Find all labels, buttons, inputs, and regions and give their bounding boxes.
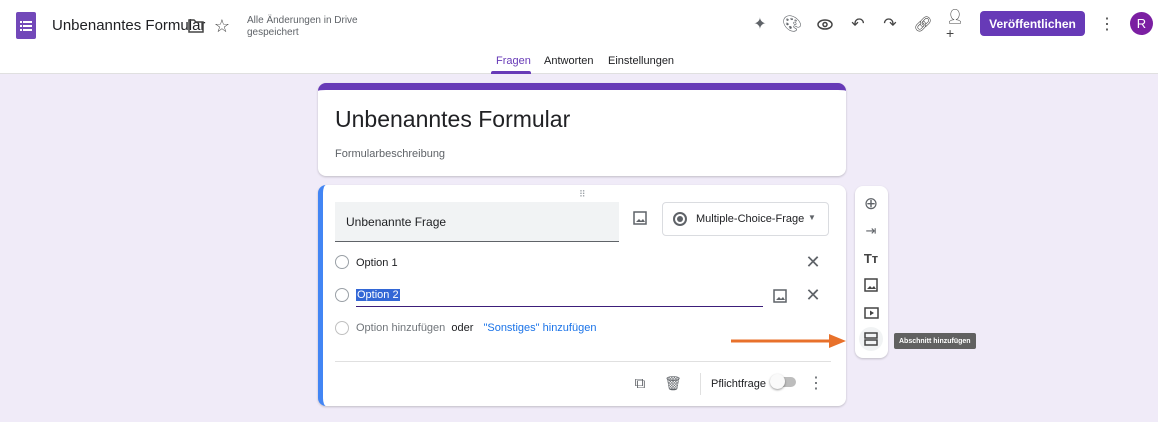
form-title-header[interactable]: Unbenanntes Formular — [52, 17, 205, 34]
side-toolbar: ⊕ ⇥ Tт — [855, 186, 888, 358]
preview-eye-icon[interactable] — [815, 14, 835, 34]
addon-puzzle-icon[interactable]: ✦ — [750, 14, 770, 34]
active-tab-indicator — [491, 71, 531, 74]
radio-type-icon — [673, 212, 687, 226]
option-image-icon[interactable] — [771, 287, 789, 305]
more-options-icon[interactable]: ⋮ — [808, 374, 824, 392]
app-header: Unbenanntes Formular ☆ Alle Änderungen i… — [0, 0, 1158, 74]
delete-icon[interactable]: 🗑︎ — [664, 374, 682, 392]
required-toggle[interactable] — [770, 374, 796, 389]
remove-option-2-icon[interactable]: ✕ — [805, 285, 821, 305]
add-video-icon[interactable] — [862, 304, 880, 322]
or-text: oder — [451, 322, 474, 334]
save-status-line1: Alle Änderungen in Drive — [247, 15, 358, 26]
tab-einstellungen[interactable]: Einstellungen — [608, 55, 674, 67]
star-icon[interactable]: ☆ — [212, 16, 232, 36]
link-icon[interactable]: 🔗︎ — [913, 14, 933, 34]
divider — [335, 361, 831, 362]
required-label: Pflichtfrage — [711, 378, 767, 390]
add-image-icon[interactable] — [631, 209, 649, 227]
undo-icon[interactable]: ↶ — [848, 14, 868, 34]
drag-handle-icon[interactable]: ⠿ — [579, 189, 587, 200]
divider — [700, 373, 701, 395]
publish-button[interactable]: Veröffentlichen — [980, 11, 1085, 36]
form-header-card: Unbenanntes Formular Formularbeschreibun… — [318, 83, 846, 176]
option-1-text[interactable]: Option 1 — [356, 257, 398, 269]
question-card: ⠿ Unbenannte Frage Multiple-Choice-Frage… — [318, 185, 846, 406]
save-status-line2: gespeichert — [247, 27, 299, 38]
option-radio — [335, 321, 349, 335]
add-title-icon[interactable]: Tт — [862, 249, 880, 267]
folder-icon[interactable] — [187, 17, 205, 35]
save-status: Alle Änderungen in Drive gespeichert — [247, 15, 358, 39]
form-title[interactable]: Unbenanntes Formular — [335, 106, 570, 133]
option-2-input[interactable]: Option 2 — [356, 285, 763, 307]
orange-arrow-annotation — [731, 334, 847, 348]
add-image-icon[interactable] — [862, 276, 880, 294]
duplicate-icon[interactable]: ⧉ — [631, 374, 649, 392]
add-option-link[interactable]: Option hinzufügen — [356, 322, 445, 334]
add-other-link[interactable]: "Sonstiges" hinzufügen — [483, 322, 596, 334]
option-radio — [335, 288, 349, 302]
forms-logo-icon[interactable] — [16, 12, 36, 39]
tooltip: Abschnitt hinzufügen — [894, 333, 976, 349]
add-option-row: Option hinzufügen oder "Sonstiges" hinzu… — [356, 322, 596, 334]
add-question-icon[interactable]: ⊕ — [862, 194, 880, 213]
palette-icon[interactable]: 🎨︎ — [782, 14, 802, 34]
more-vert-icon[interactable]: ⋮ — [1098, 14, 1116, 34]
question-title-input[interactable]: Unbenannte Frage — [335, 202, 619, 242]
import-questions-icon[interactable]: ⇥ — [862, 222, 880, 240]
form-description[interactable]: Formularbeschreibung — [335, 148, 445, 160]
add-section-icon[interactable] — [859, 327, 883, 351]
tab-antworten[interactable]: Antworten — [544, 55, 594, 67]
avatar[interactable]: R — [1130, 12, 1153, 35]
remove-option-1-icon[interactable]: ✕ — [805, 252, 821, 272]
option-radio — [335, 255, 349, 269]
dropdown-arrow-icon: ▼ — [808, 213, 816, 222]
option-2-selected-text: Option 2 — [356, 289, 400, 301]
tab-fragen[interactable]: Fragen — [496, 55, 531, 67]
question-type-select[interactable]: Multiple-Choice-Frage ▼ — [662, 202, 829, 236]
redo-icon[interactable]: ↷ — [880, 14, 900, 34]
add-collaborator-icon[interactable]: 👤︎+ — [946, 8, 968, 41]
question-type-label: Multiple-Choice-Frage — [696, 213, 805, 225]
question-title-text: Unbenannte Frage — [346, 215, 447, 229]
